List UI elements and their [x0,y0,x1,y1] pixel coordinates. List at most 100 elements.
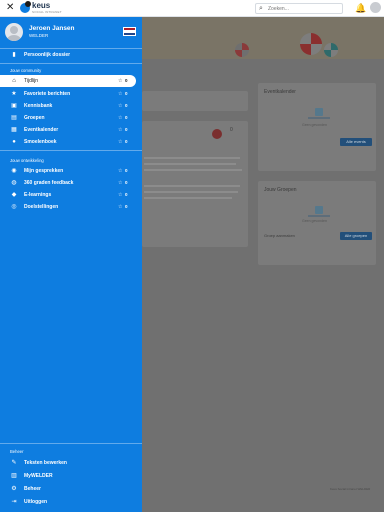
logo-mark-icon [20,1,31,13]
home-icon: ⌂ [12,78,16,84]
section-title-beheer: Beheer [10,449,24,454]
close-icon[interactable]: ✕ [6,2,14,14]
sidebar-item-label: Tijdlijn [24,78,38,84]
calendar-icon: ▦ [11,127,17,133]
star-icon[interactable]: ☆ [118,126,122,134]
sidebar-drawer: Jeroen Jansen WELDER ▮ Persoonlijk dossi… [0,17,142,512]
events-title: Eventkalender [264,89,296,95]
sidebar-item-goals[interactable]: ◎ Doelstellingen ☆ 0 [0,201,142,213]
sidebar-item-label: Uitloggen [24,499,48,505]
post-composer[interactable] [142,91,248,111]
person-icon: ● [12,139,16,145]
sidebar-item-face-book[interactable]: ● Smoelenboek ☆ 0 [0,136,142,148]
sidebar-item-label: Doelstellingen [24,204,59,210]
sidebar-item-edit-texts[interactable]: ✎ Teksten bewerken [0,457,142,469]
sidebar-item-logout[interactable]: ⇥ Uitloggen [0,496,142,508]
post-text-line [144,157,240,159]
all-events-button[interactable]: Alle events [340,138,372,146]
sidebar-item-timeline[interactable]: ⌂ Tijdlijn ☆ 0 [0,75,136,87]
events-empty-text: Geen gevonden [302,123,327,127]
sidebar-item-groups[interactable]: ▤ Groepen ☆ 0 [0,112,142,124]
edit-text-icon: ✎ [11,460,17,466]
sidebar-item-personal-file[interactable]: ▮ Persoonlijk dossier [0,49,142,61]
notifications-bell-icon[interactable]: 🔔 [355,3,366,13]
groups-title: Jouw Groepen [264,187,297,193]
profile-header[interactable]: Jeroen Jansen WELDER [0,17,142,47]
item-count: 0 [125,115,128,120]
sidebar-item-mywelder[interactable]: ▥ MyWELDER [0,470,142,482]
sidebar-item-label: Eventkalender [24,127,59,133]
divider [0,150,142,151]
umbrella-illustration [235,43,249,57]
post-like-count: 0 [230,127,233,133]
timeline-post: 0 [142,121,248,247]
star-icon[interactable]: ☆ [118,77,122,85]
item-count: 0 [125,78,128,83]
star-icon[interactable]: ☆ [118,191,122,199]
post-image [212,129,222,139]
post-text-line [144,169,242,171]
sidebar-item-label: MyWELDER [24,473,53,479]
item-count: 0 [125,91,128,96]
sidebar-item-360-feedback[interactable]: ◍ 360 graden feedback ☆ 0 [0,177,142,189]
divider [0,443,142,444]
target-icon: ◎ [11,204,17,210]
item-count: 0 [125,127,128,132]
company-icon: ▥ [11,473,17,479]
sidebar-item-label: Beheer [24,486,41,492]
post-text-line [144,163,236,165]
gear-icon: ⚙ [11,486,17,492]
sidebar-item-e-learnings[interactable]: ◆ E-learnings ☆ 0 [0,189,142,201]
footer-note: Keus Social intranet WELDER [330,487,371,491]
search-icon: ⌕ [259,5,263,12]
sidebar-item-label: Kennisbank [24,103,53,109]
search-input[interactable] [268,5,340,13]
logo-text: keus [32,1,51,10]
group-icon: ▤ [11,115,17,121]
all-groups-button[interactable]: Alle groepen [340,232,372,240]
star-icon[interactable]: ☆ [118,179,122,187]
book-icon: ▣ [11,103,17,109]
folder-icon: ▮ [12,52,16,58]
sidebar-item-label: Persoonlijk dossier [24,52,71,58]
star-icon[interactable]: ☆ [118,90,122,98]
umbrella-illustration [300,33,322,55]
item-count: 0 [125,204,128,209]
sidebar-item-label: Smoelenboek [24,139,57,145]
star-icon[interactable]: ☆ [118,138,122,146]
sidebar-item-label: Teksten bewerken [24,460,67,466]
search-box[interactable]: ⌕ [255,3,343,14]
star-icon[interactable]: ☆ [118,102,122,110]
groups-card: Jouw Groepen Geen gevonden Groep aanmake… [258,181,376,265]
empty-state-illustration [308,105,330,119]
user-avatar[interactable] [370,2,381,13]
item-count: 0 [125,180,128,185]
star-icon[interactable]: ☆ [118,114,122,122]
umbrella-illustration [324,43,338,57]
language-flag-nl-icon[interactable] [123,27,136,36]
sidebar-item-event-calendar[interactable]: ▦ Eventkalender ☆ 0 [0,124,142,136]
item-count: 0 [125,168,128,173]
sidebar-item-label: E-learnings [24,192,52,198]
star-icon[interactable]: ☆ [118,203,122,211]
sidebar-item-label: 360 graden feedback [24,180,74,186]
divider [0,63,142,64]
sidebar-item-admin[interactable]: ⚙ Beheer [0,483,142,495]
sidebar-item-label: Favoriete berichten [24,91,71,97]
star-icon[interactable]: ☆ [118,167,122,175]
item-count: 0 [125,103,128,108]
groups-empty-text: Geen gevonden [302,219,327,223]
section-title-development: Jouw ontwikkeling [10,158,44,163]
section-title-community: Jouw community [10,68,42,73]
sidebar-item-knowledge-base[interactable]: ▣ Kennisbank ☆ 0 [0,100,142,112]
chat-icon: ◉ [11,168,17,174]
create-group-link[interactable]: Groep aanmaken [264,233,295,238]
hero-banner [142,17,384,59]
sidebar-item-favorite-posts[interactable]: ★ Favoriete berichten ☆ 0 [0,88,142,100]
events-card: Eventkalender Geen gevonden Alle events [258,83,376,171]
sidebar-item-label: Mijn gesprekken [24,168,64,174]
sidebar-item-my-conversations[interactable]: ◉ Mijn gesprekken ☆ 0 [0,165,142,177]
post-text-line [144,197,232,199]
profile-avatar [5,23,23,41]
item-count: 0 [125,139,128,144]
